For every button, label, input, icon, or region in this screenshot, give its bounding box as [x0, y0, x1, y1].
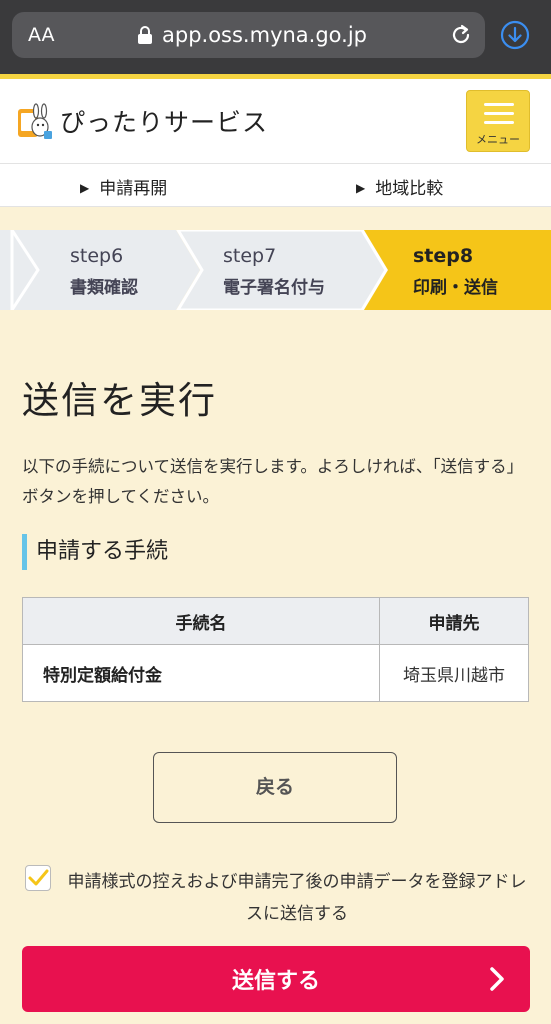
site-header: ぴったりサービス メニュー: [0, 79, 551, 164]
url-text: app.oss.myna.go.jp: [162, 23, 367, 47]
site-logo-text[interactable]: ぴったりサービス: [60, 103, 268, 139]
reload-icon[interactable]: [449, 23, 473, 47]
step-label: 書類確認: [70, 278, 138, 298]
step-8-current: step8 印刷・送信: [413, 245, 498, 298]
rabbit-logo-icon[interactable]: [16, 101, 54, 141]
region-compare-link[interactable]: ▶ 地域比較: [356, 174, 443, 199]
consent-checkbox[interactable]: [25, 865, 51, 891]
column-header-destination: 申請先: [379, 597, 529, 645]
step-7: step7 電子署名付与: [223, 245, 325, 298]
step-label: 電子署名付与: [223, 278, 325, 298]
step-number: step6: [70, 245, 124, 267]
sub-nav: ▶ 申請再開 ▶ 地域比較: [0, 164, 551, 207]
step-number: step8: [413, 245, 474, 267]
section-heading: 申請する手続: [22, 534, 168, 570]
lock-icon: [138, 26, 152, 44]
hamburger-icon: [484, 103, 514, 106]
table-row: 特別定額給付金 埼玉県川越市: [22, 644, 529, 702]
consent-label[interactable]: 申請様式の控えおよび申請完了後の申請データを登録アドレスに送信する: [62, 866, 532, 930]
step-progress: step6 書類確認 step7 電子署名付与 step8 印刷・送信: [0, 230, 551, 310]
column-header-procedure: 手続名: [22, 597, 380, 645]
download-icon[interactable]: [500, 20, 530, 50]
triangle-right-icon: ▶: [356, 181, 366, 195]
table-header-row: 手続名 申請先: [22, 597, 529, 645]
instruction-text: 以下の手続について送信を実行します。よろしければ、「送信する」ボタンを押してくだ…: [22, 457, 524, 506]
address-bar[interactable]: AA app.oss.myna.go.jp: [12, 12, 485, 58]
checkmark-icon: [28, 869, 49, 886]
hamburger-icon: [484, 121, 514, 124]
send-button-label: 送信する: [231, 969, 320, 994]
back-button[interactable]: 戻る: [153, 752, 397, 823]
send-button[interactable]: 送信する: [22, 946, 530, 1012]
step-label: 印刷・送信: [413, 278, 498, 298]
step-number: step7: [223, 245, 277, 267]
procedure-name-cell: 特別定額給付金: [22, 644, 380, 702]
text-size-button[interactable]: AA: [28, 24, 55, 46]
triangle-right-icon: ▶: [80, 181, 90, 195]
chevron-right-icon: [490, 967, 504, 991]
menu-label: メニュー: [476, 133, 520, 146]
menu-button[interactable]: メニュー: [466, 90, 530, 152]
procedure-table: 手続名 申請先 特別定額給付金 埼玉県川越市: [22, 597, 529, 702]
step-6: step6 書類確認: [70, 245, 138, 298]
destination-cell: 埼玉県川越市: [379, 644, 529, 702]
browser-toolbar: AA app.oss.myna.go.jp: [0, 0, 551, 74]
resume-application-link[interactable]: ▶ 申請再開: [80, 174, 167, 199]
page-title: 送信を実行: [22, 379, 217, 422]
hamburger-icon: [484, 112, 514, 115]
